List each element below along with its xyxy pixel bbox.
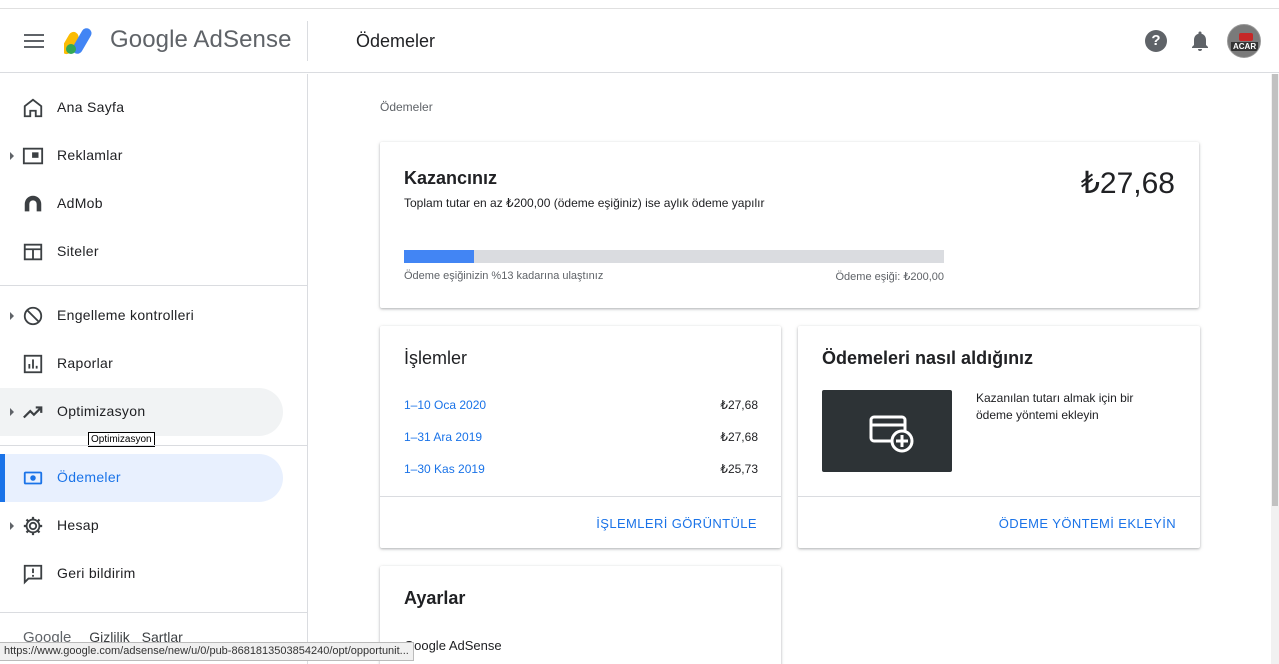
add-payment-method-button[interactable]: ÖDEME YÖNTEMİ EKLEYİN bbox=[999, 516, 1176, 531]
transaction-amount: ₺27,68 bbox=[720, 398, 758, 412]
sidebar-item-home[interactable]: Ana Sayfa bbox=[0, 84, 283, 132]
payments-icon bbox=[23, 471, 43, 485]
transaction-date-link[interactable]: 1–10 Oca 2020 bbox=[404, 398, 486, 412]
sidebar-item-label: Optimizasyon bbox=[57, 403, 146, 419]
transaction-date-link[interactable]: 1–30 Kas 2019 bbox=[404, 462, 485, 476]
earnings-title: Kazancınız bbox=[404, 168, 498, 188]
sidebar-item-label: AdMob bbox=[57, 195, 103, 211]
adsense-logo bbox=[64, 28, 92, 55]
earnings-subtitle: Toplam tutar en az ₺200,00 (ödeme eşiğin… bbox=[404, 196, 765, 210]
sidebar-item-label: Reklamlar bbox=[57, 147, 123, 163]
browser-status-url: https://www.google.com/adsense/new/u/0/p… bbox=[0, 642, 414, 661]
settings-title: Ayarlar bbox=[404, 588, 466, 608]
sidebar-item-label: Engelleme kontrolleri bbox=[57, 307, 195, 323]
browser-top-edge bbox=[0, 0, 1279, 9]
sidebar-item-reports[interactable]: Raporlar bbox=[0, 340, 283, 388]
transaction-amount: ₺27,68 bbox=[720, 430, 758, 444]
payment-method-tile[interactable] bbox=[822, 390, 952, 472]
page-title: Ödemeler bbox=[356, 31, 436, 51]
payment-method-card: Ödemeleri nasıl aldığınız Kazanılan tuta… bbox=[798, 326, 1200, 548]
ads-icon bbox=[22, 147, 44, 165]
card-divider bbox=[380, 496, 781, 497]
sidebar-item-label: Ana Sayfa bbox=[57, 99, 125, 115]
sidebar-divider bbox=[0, 612, 307, 613]
settings-card: Ayarlar Google AdSense bbox=[380, 566, 781, 664]
sidebar-item-label: Ödemeler bbox=[57, 469, 121, 485]
header-divider bbox=[307, 21, 308, 61]
sidebar-item-optimization[interactable]: Optimizasyon bbox=[0, 388, 283, 436]
scrollbar-thumb[interactable] bbox=[1272, 74, 1278, 506]
gear-icon bbox=[23, 516, 43, 536]
table-row: 1–10 Oca 2020 ₺27,68 bbox=[404, 398, 758, 418]
payment-method-description: Kazanılan tutarı almak için bir ödeme yö… bbox=[976, 391, 1134, 422]
sidebar-item-label: Hesap bbox=[57, 517, 99, 533]
app-header: Google AdSense Ödemeler ? ACAR bbox=[0, 9, 1279, 73]
avatar[interactable]: ACAR bbox=[1227, 24, 1261, 58]
progress-label: Ödeme eşiğinizin %13 kadarına ulaştınız bbox=[404, 270, 604, 282]
bell-icon[interactable] bbox=[1188, 29, 1212, 53]
sites-icon bbox=[23, 243, 43, 261]
sidebar-item-admob[interactable]: AdMob bbox=[0, 180, 283, 228]
view-transactions-button[interactable]: İŞLEMLERİ GÖRÜNTÜLE bbox=[596, 516, 757, 531]
earnings-card: Kazancınız Toplam tutar en az ₺200,00 (ö… bbox=[380, 142, 1199, 308]
active-indicator bbox=[0, 454, 5, 502]
sidebar-item-label: Siteler bbox=[57, 243, 99, 259]
transaction-date-link[interactable]: 1–31 Ara 2019 bbox=[404, 430, 482, 444]
avatar-mark bbox=[1239, 33, 1253, 41]
scrollbar[interactable] bbox=[1271, 74, 1279, 664]
home-icon bbox=[23, 98, 43, 118]
threshold-progress-bar bbox=[404, 250, 944, 263]
transaction-amount: ₺25,73 bbox=[720, 462, 758, 476]
reports-icon bbox=[23, 354, 43, 374]
menu-icon[interactable] bbox=[22, 31, 46, 51]
payment-method-title: Ödemeleri nasıl aldığınız bbox=[822, 348, 1034, 368]
sidebar-divider bbox=[0, 285, 307, 286]
add-card-icon bbox=[869, 415, 914, 453]
table-row: 1–30 Kas 2019 ₺25,73 bbox=[404, 462, 758, 482]
brand-name[interactable]: Google AdSense bbox=[110, 26, 292, 54]
table-row: 1–31 Ara 2019 ₺27,68 bbox=[404, 430, 758, 450]
transactions-card: İşlemler 1–10 Oca 2020 ₺27,68 1–31 Ara 2… bbox=[380, 326, 781, 548]
trending-up-icon bbox=[23, 406, 43, 419]
expand-arrow-icon[interactable] bbox=[10, 312, 14, 320]
sidebar-item-ads[interactable]: Reklamlar bbox=[0, 132, 283, 180]
breadcrumb: Ödemeler bbox=[380, 100, 433, 114]
help-icon[interactable]: ? bbox=[1145, 30, 1167, 52]
expand-arrow-icon[interactable] bbox=[10, 522, 14, 530]
progress-fill bbox=[404, 250, 475, 263]
sidebar-item-label: Raporlar bbox=[57, 355, 114, 371]
sidebar-item-feedback[interactable]: Geri bildirim bbox=[0, 550, 283, 598]
sidebar-item-account[interactable]: Hesap bbox=[0, 502, 283, 550]
admob-icon bbox=[24, 195, 42, 212]
main-content: Ödemeler Kazancınız Toplam tutar en az ₺… bbox=[308, 74, 1271, 664]
block-icon bbox=[23, 306, 43, 326]
feedback-icon bbox=[23, 564, 43, 585]
transactions-title: İşlemler bbox=[404, 348, 468, 368]
expand-arrow-icon[interactable] bbox=[10, 152, 14, 160]
sidebar-divider bbox=[0, 445, 307, 446]
expand-arrow-icon[interactable] bbox=[10, 408, 14, 416]
sidebar-item-blocking-controls[interactable]: Engelleme kontrolleri bbox=[0, 292, 283, 340]
avatar-text: ACAR bbox=[1231, 42, 1259, 51]
threshold-label: Ödeme eşiği: ₺200,00 bbox=[835, 271, 944, 283]
sidebar: Ana Sayfa Reklamlar AdMob Siteler Engell… bbox=[0, 74, 308, 664]
sidebar-item-label: Geri bildirim bbox=[57, 565, 136, 581]
earnings-amount: ₺27,68 bbox=[1080, 167, 1175, 200]
sidebar-item-sites[interactable]: Siteler bbox=[0, 228, 283, 276]
settings-line: Google AdSense bbox=[404, 638, 502, 653]
sidebar-item-payments[interactable]: Ödemeler bbox=[0, 454, 283, 502]
card-divider bbox=[798, 496, 1200, 497]
